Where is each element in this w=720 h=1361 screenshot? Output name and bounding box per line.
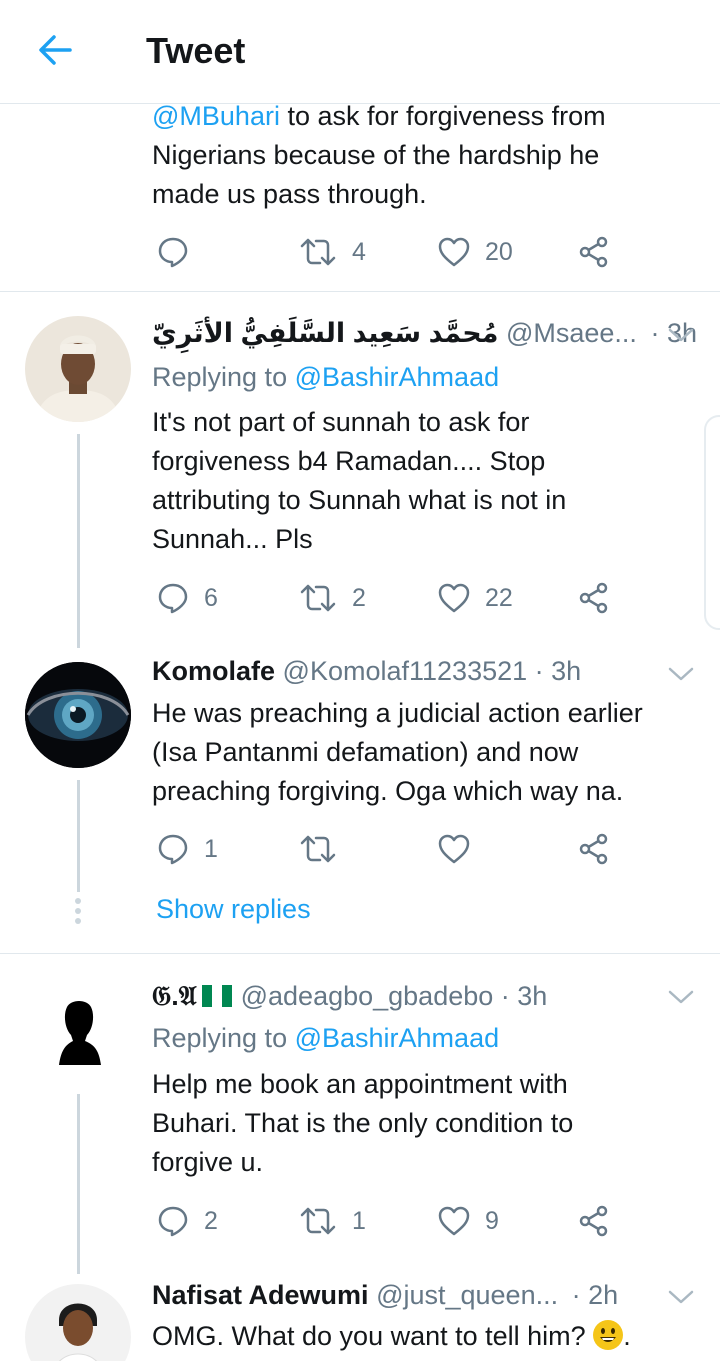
reply-icon [158, 237, 188, 268]
tweet-text: It's not part of sunnah to ask for forgi… [152, 407, 567, 554]
tweet-header: مُحمَّد سَعِيد السَّلَفِيُّ الأثَرِيّ @M… [152, 318, 697, 349]
chevron-down-icon[interactable] [666, 987, 696, 1007]
replying-to: Replying to @BashirAhmaad [152, 362, 500, 392]
reply-button[interactable]: 6 [156, 578, 218, 618]
like-button[interactable]: 9 [437, 1201, 499, 1241]
thread-line [77, 780, 80, 892]
retweet-icon [300, 238, 336, 266]
reply-icon [158, 834, 188, 865]
share-button[interactable] [577, 1201, 611, 1241]
tweet-actions: 2 1 9 [152, 1201, 632, 1241]
display-name[interactable]: مُحمَّد سَعِيد السَّلَفِيُّ الأثَرِيّ [152, 318, 498, 348]
tweet-header: Nafisat Adewumi @just_queen... · 2h [152, 1280, 618, 1311]
share-icon [579, 833, 608, 865]
chevron-down-icon[interactable] [666, 325, 696, 345]
share-icon [579, 1205, 608, 1237]
timestamp: · 2h [571, 1280, 619, 1310]
show-replies-link[interactable]: Show replies [156, 894, 311, 925]
user-handle[interactable]: @Komolaf11233521 [283, 656, 528, 686]
share-icon [579, 582, 608, 614]
tweet-actions: 4 20 [152, 232, 632, 272]
like-button[interactable]: 20 [437, 232, 513, 272]
like-button[interactable]: 22 [437, 578, 513, 618]
chevron-down-icon[interactable] [666, 664, 696, 684]
tweet-text: OMG. What do you want to tell him? . [152, 1320, 631, 1351]
display-name[interactable]: Komolafe [152, 656, 275, 686]
tweet-actions: 1 [152, 829, 632, 869]
divider [0, 291, 720, 292]
heart-icon [438, 1206, 470, 1236]
user-handle[interactable]: @just_queen... [376, 1280, 558, 1310]
retweet-button[interactable] [298, 829, 338, 869]
display-name[interactable]: Nafisat Adewumi [152, 1280, 369, 1310]
heart-icon [438, 583, 470, 613]
divider [0, 953, 720, 954]
thread-line [77, 1094, 80, 1274]
tweet-header: 𝔊.𝔄 @adeagbo_gbadebo · 3h [152, 981, 547, 1013]
reply-button[interactable]: 2 [156, 1201, 218, 1241]
heart-icon [438, 237, 470, 267]
back-arrow-icon[interactable] [34, 28, 78, 72]
share-button[interactable] [577, 829, 611, 869]
avatar[interactable] [25, 1284, 131, 1361]
avatar[interactable] [25, 662, 131, 768]
more-replies-dots [74, 898, 82, 928]
tweet-text: He was preaching a judicial action earli… [152, 698, 643, 806]
user-handle[interactable]: @adeagbo_gbadebo [241, 981, 494, 1011]
replying-to-link[interactable]: @BashirAhmaad [295, 1023, 500, 1053]
mention-link[interactable]: @MBuhari [152, 101, 280, 131]
retweet-icon [300, 1207, 336, 1235]
nigeria-flag-icon [201, 985, 232, 1007]
timestamp: · 3h [534, 656, 582, 686]
display-name[interactable]: 𝔊.𝔄 [152, 981, 197, 1011]
retweet-icon [300, 584, 336, 612]
top-bar: Tweet [0, 0, 720, 104]
chevron-down-icon[interactable] [666, 1287, 696, 1307]
tweet-header: Komolafe @Komolaf11233521 · 3h [152, 656, 581, 687]
retweet-button[interactable]: 1 [298, 1201, 366, 1241]
page-title: Tweet [146, 30, 246, 71]
reply-icon [158, 583, 188, 614]
like-button[interactable] [437, 829, 471, 869]
reply-icon [158, 1206, 188, 1237]
retweet-icon [300, 835, 336, 863]
heart-icon [438, 834, 470, 864]
scrollbar-handle[interactable] [704, 415, 720, 630]
retweet-button[interactable]: 2 [298, 578, 366, 618]
avatar[interactable] [25, 316, 131, 422]
thread-line [77, 434, 80, 648]
tweet-text: @MBuhari to ask for forgiveness from Nig… [152, 101, 606, 209]
replying-to-link[interactable]: @BashirAhmaad [295, 362, 500, 392]
tweet-actions: 6 2 22 [152, 578, 632, 618]
replying-to: Replying to @BashirAhmaad [152, 1023, 500, 1053]
timestamp: · 3h [500, 981, 548, 1011]
retweet-button[interactable]: 4 [298, 232, 366, 272]
share-icon [579, 236, 608, 268]
grinning-face-icon [593, 1320, 624, 1350]
tweet-text: Help me book an appointment with Buhari.… [152, 1069, 574, 1177]
share-button[interactable] [577, 578, 611, 618]
reply-button[interactable]: 1 [156, 829, 218, 869]
avatar[interactable] [25, 985, 131, 1091]
reply-button[interactable] [156, 232, 190, 272]
user-handle[interactable]: @Msaee... [506, 318, 637, 348]
share-button[interactable] [577, 232, 611, 272]
